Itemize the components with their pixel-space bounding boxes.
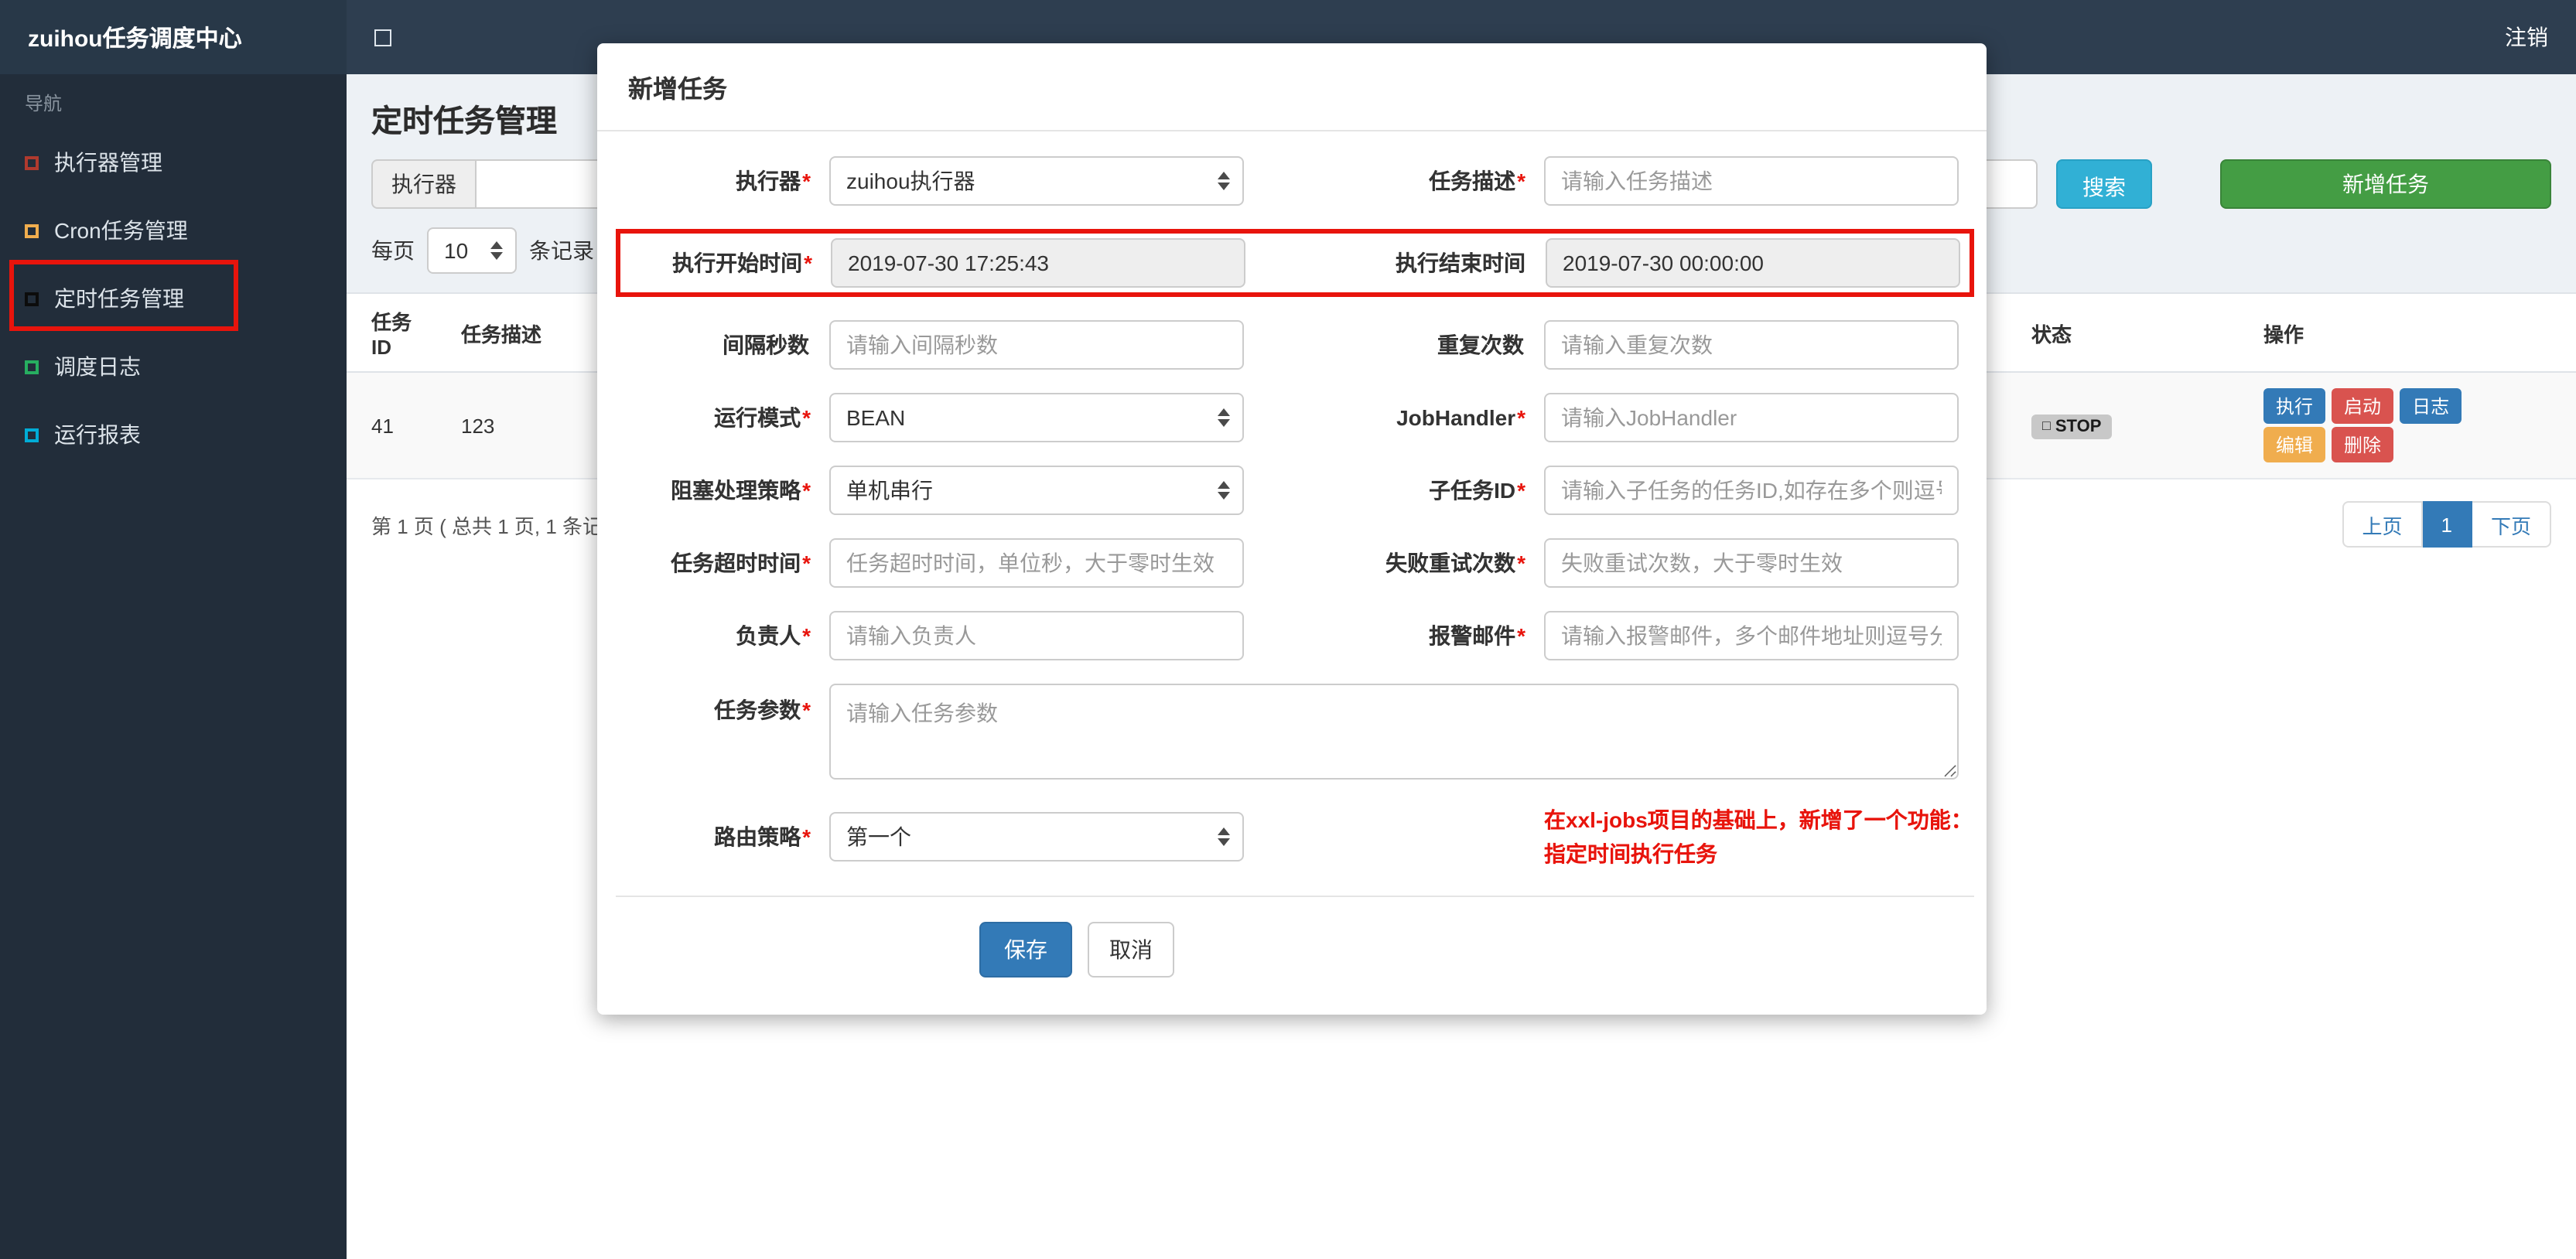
- sidebar-item-label: Cron任务管理: [54, 218, 188, 243]
- stop-square-icon: □: [2042, 418, 2051, 434]
- child-job-input[interactable]: [1544, 466, 1959, 515]
- sidebar-item-executor-manage[interactable]: 执行器管理: [0, 128, 347, 196]
- owner-input[interactable]: [829, 611, 1244, 660]
- header-status: 状态: [2016, 292, 2248, 373]
- modal-title: 新增任务: [597, 43, 1987, 131]
- app-root: zuihou任务调度中心 注销 导航 执行器管理 Cron任务管理 定时任务管理…: [0, 0, 2576, 1259]
- select-caret-icon: [1218, 172, 1230, 190]
- select-caret-icon: [1218, 827, 1230, 847]
- execute-button[interactable]: 执行: [2263, 388, 2326, 424]
- per-page-prefix: 每页: [371, 238, 415, 263]
- alarm-email-label: 报警邮件 *: [1429, 623, 1525, 648]
- annotation-box-time-row: 执行开始时间* 执行结束时间: [616, 229, 1974, 297]
- sidebar-item-cron-task[interactable]: Cron任务管理: [0, 196, 347, 264]
- cell-task-id: 41: [347, 372, 446, 479]
- sidebar-item-label: 定时任务管理: [54, 286, 184, 311]
- cancel-button[interactable]: 取消: [1088, 921, 1174, 978]
- header-task-id: 任务ID: [347, 292, 446, 373]
- current-page-button[interactable]: 1: [2422, 501, 2472, 548]
- select-caret-icon: [490, 241, 503, 260]
- orange-square-icon: [25, 223, 39, 237]
- owner-label: 负责人 *: [736, 623, 811, 648]
- start-button[interactable]: 启动: [2332, 388, 2394, 424]
- block-strategy-select[interactable]: 单机串行: [829, 466, 1244, 515]
- red-square-icon: [25, 155, 39, 169]
- per-page-suffix: 条记录: [529, 238, 594, 263]
- logout-link[interactable]: 注销: [2505, 22, 2576, 53]
- job-param-label: 任务参数 *: [714, 698, 811, 722]
- interval-label: 间隔秒数: [723, 333, 809, 357]
- block-strategy-label: 阻塞处理策略 *: [671, 478, 811, 503]
- sidebar-item-label: 调度日志: [54, 354, 141, 379]
- add-task-button[interactable]: 新增任务: [2220, 159, 2551, 209]
- end-time-label: 执行结束时间: [1396, 251, 1525, 275]
- job-handler-label: JobHandler *: [1396, 405, 1525, 430]
- sidebar-item-timed-task[interactable]: 定时任务管理: [0, 264, 347, 333]
- sidebar-item-label: 执行器管理: [54, 150, 162, 175]
- fail-retry-label: 失败重试次数 *: [1385, 551, 1525, 575]
- delete-button[interactable]: 删除: [2332, 427, 2394, 462]
- alarm-email-input[interactable]: [1544, 611, 1959, 660]
- green-square-icon: [25, 360, 39, 374]
- dark-square-icon: [25, 292, 39, 305]
- header-actions: 操作: [2248, 292, 2576, 373]
- repeat-input[interactable]: [1544, 320, 1959, 370]
- executor-select[interactable]: zuihou执行器: [829, 156, 1244, 206]
- job-param-textarea[interactable]: [829, 684, 1959, 780]
- per-page-select[interactable]: 10: [427, 227, 517, 274]
- sidebar-nav-label: 导航: [25, 93, 63, 114]
- sidebar-item-dispatch-log[interactable]: 调度日志: [0, 333, 347, 401]
- timeout-label: 任务超时时间 *: [671, 551, 811, 575]
- search-button[interactable]: 搜索: [2056, 159, 2152, 209]
- interval-input[interactable]: [829, 320, 1244, 370]
- job-desc-label: 任务描述 *: [1429, 169, 1525, 193]
- executor-filter-label: 执行器: [371, 159, 475, 209]
- select-caret-icon: [1218, 408, 1230, 427]
- job-desc-input[interactable]: [1544, 156, 1959, 206]
- route-strategy-label: 路由策略 *: [714, 824, 811, 850]
- prev-page-button[interactable]: 上页: [2342, 501, 2423, 548]
- sidebar-item-label: 运行报表: [54, 422, 141, 447]
- sidebar-toggle-icon[interactable]: [374, 29, 391, 46]
- timeout-input[interactable]: [829, 538, 1244, 588]
- executor-label: 执行器 *: [736, 169, 811, 193]
- pagination-info: 第 1 页 ( 总共 1 页, 1 条记录 ): [371, 514, 635, 537]
- select-caret-icon: [1218, 481, 1230, 500]
- run-mode-label: 运行模式 *: [714, 405, 811, 430]
- child-job-label: 子任务ID *: [1429, 478, 1525, 503]
- sidebar: 导航 执行器管理 Cron任务管理 定时任务管理 调度日志 运行报表: [0, 74, 347, 1259]
- edit-button[interactable]: 编辑: [2263, 427, 2326, 462]
- teal-square-icon: [25, 428, 39, 442]
- pagination: 上页 1 下页: [2342, 501, 2551, 548]
- status-badge: □ STOP: [2031, 414, 2113, 439]
- route-strategy-select[interactable]: 第一个: [829, 812, 1244, 862]
- save-button[interactable]: 保存: [979, 921, 1072, 978]
- modal-note-text: 在xxl-jobs项目的基础上，新增了一个功能： 指定时间执行任务: [1544, 807, 1973, 867]
- log-button[interactable]: 日志: [2400, 388, 2462, 424]
- start-time-input[interactable]: [831, 238, 1245, 288]
- fail-retry-input[interactable]: [1544, 538, 1959, 588]
- action-row-2: 编辑 删除: [2263, 427, 2561, 462]
- repeat-label: 重复次数: [1437, 333, 1524, 357]
- modal-footer: 保存 取消: [597, 897, 1556, 1015]
- run-mode-select[interactable]: BEAN: [829, 393, 1244, 442]
- add-task-modal: 新增任务 执行器* zuihou执行器 任务描述* 执行开始时间* 执行结束时间: [597, 43, 1987, 1015]
- start-time-label: 执行开始时间 *: [672, 251, 812, 275]
- end-time-input[interactable]: [1546, 238, 1960, 288]
- sidebar-item-run-report[interactable]: 运行报表: [0, 401, 347, 469]
- job-handler-input[interactable]: [1544, 393, 1959, 442]
- brand-title: zuihou任务调度中心: [0, 0, 347, 74]
- action-row-1: 执行 启动 日志: [2263, 388, 2561, 424]
- modal-body: 执行器* zuihou执行器 任务描述* 执行开始时间* 执行结束时间 间隔秒数: [597, 131, 1987, 897]
- next-page-button[interactable]: 下页: [2472, 501, 2551, 548]
- per-page-value: 10: [444, 238, 469, 263]
